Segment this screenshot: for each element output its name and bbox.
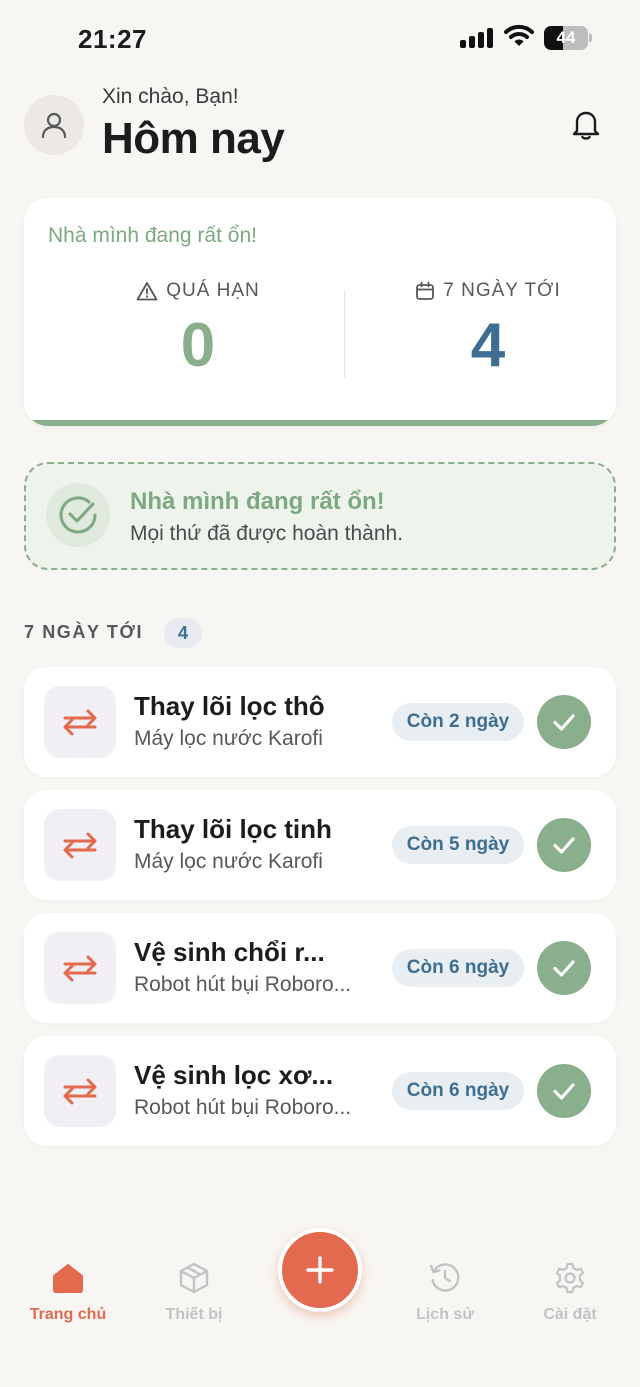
summary-card: Nhà mình đang rất ổn! QUÁ HẠN 0 7 NGÀY T…: [24, 198, 616, 426]
checkmark-icon: [553, 960, 575, 977]
tab-history[interactable]: Lịch sử: [390, 1258, 500, 1324]
tab-history-label: Lịch sử: [416, 1306, 474, 1323]
section-title: 7 NGÀY TỚI: [24, 622, 144, 642]
complete-task-button[interactable]: [537, 818, 591, 872]
all-done-banner: Nhà mình đang rất ổn! Mọi thứ đã được ho…: [24, 462, 616, 570]
plus-icon: [306, 1256, 334, 1284]
checkmark-icon: [553, 1083, 575, 1100]
box-icon: [179, 1262, 209, 1294]
task-due-badge: Còn 6 ngày: [392, 949, 524, 987]
page-title: Hôm nay: [102, 114, 285, 163]
banner-subtitle: Mọi thứ đã được hoàn thành.: [130, 522, 404, 545]
task-icon-wrap: [44, 686, 116, 758]
avatar[interactable]: [24, 95, 84, 155]
overdue-label: QUÁ HẠN: [166, 280, 260, 301]
task-card[interactable]: Vệ sinh chổi r... Robot hút bụi Roboro..…: [24, 913, 616, 1023]
task-icon-wrap: [44, 932, 116, 1004]
tab-home-label: Trang chủ: [29, 1306, 107, 1323]
overdue-count: 0: [180, 311, 216, 380]
status-bar: 21:27 44: [0, 0, 640, 76]
task-card[interactable]: Thay lõi lọc thô Máy lọc nước Karofi Còn…: [24, 667, 616, 777]
task-title: Vệ sinh lọc xơ...: [134, 1060, 334, 1090]
tab-home[interactable]: Trang chủ: [13, 1258, 123, 1324]
next-7-days-label: 7 NGÀY TỚI: [443, 280, 561, 301]
banner-title: Nhà mình đang rất ổn!: [130, 488, 385, 515]
task-due-badge: Còn 2 ngày: [392, 703, 524, 741]
home-icon: [53, 1264, 83, 1293]
warning-icon: [136, 282, 158, 301]
cellular-signal-icon: [460, 28, 494, 48]
notifications-button[interactable]: [566, 104, 606, 144]
battery-level: 44: [556, 28, 576, 47]
complete-task-button[interactable]: [537, 695, 591, 749]
task-icon-wrap: [44, 1055, 116, 1127]
task-title: Vệ sinh chổi r...: [134, 937, 325, 967]
user-icon: [41, 112, 67, 139]
task-icon-wrap: [44, 809, 116, 881]
bell-icon: [572, 111, 600, 140]
banner-icon-wrap: [46, 483, 110, 547]
calendar-icon: [416, 281, 435, 300]
repeat-icon: [63, 709, 97, 736]
repeat-icon: [63, 1078, 97, 1105]
status-time: 21:27: [78, 24, 147, 54]
battery-icon: 44: [544, 26, 592, 50]
task-device: Robot hút bụi Roboro...: [134, 973, 352, 996]
bottom-nav: Trang chủ Thiết bị Lịch sử Cài đặt: [0, 1228, 640, 1387]
overdue-stat[interactable]: QUÁ HẠN 0: [68, 278, 328, 378]
task-device: Máy lọc nước Karofi: [134, 850, 323, 873]
task-card[interactable]: Vệ sinh lọc xơ... Robot hút bụi Roboro..…: [24, 1036, 616, 1146]
repeat-icon: [63, 955, 97, 982]
stat-divider: [344, 290, 345, 378]
tab-devices-label: Thiết bị: [165, 1306, 223, 1323]
tab-settings[interactable]: Cài đặt: [515, 1258, 625, 1324]
next-7-days-count: 4: [470, 311, 506, 380]
task-device: Robot hút bụi Roboro...: [134, 1096, 352, 1119]
gear-icon: [555, 1262, 585, 1294]
complete-task-button[interactable]: [537, 1064, 591, 1118]
task-device: Máy lọc nước Karofi: [134, 727, 323, 750]
task-title: Thay lõi lọc tinh: [134, 814, 332, 844]
wifi-icon: [504, 24, 534, 50]
complete-task-button[interactable]: [537, 941, 591, 995]
task-due-badge: Còn 5 ngày: [392, 826, 524, 864]
task-due-badge: Còn 6 ngày: [392, 1072, 524, 1110]
next-7-days-stat[interactable]: 7 NGÀY TỚI 4: [358, 278, 616, 378]
check-circle-icon: [59, 496, 97, 534]
checkmark-icon: [553, 714, 575, 731]
tab-devices[interactable]: Thiết bị: [139, 1258, 249, 1324]
summary-message: Nhà mình đang rất ổn!: [48, 224, 257, 247]
section-count-badge: 4: [164, 618, 202, 648]
checkmark-icon: [553, 837, 575, 854]
add-button[interactable]: [278, 1228, 362, 1312]
task-card[interactable]: Thay lõi lọc tinh Máy lọc nước Karofi Cò…: [24, 790, 616, 900]
repeat-icon: [63, 832, 97, 859]
tab-settings-label: Cài đặt: [543, 1306, 597, 1323]
greeting: Xin chào, Bạn!: [102, 85, 239, 108]
history-icon: [429, 1263, 460, 1292]
task-title: Thay lõi lọc thô: [134, 691, 325, 721]
summary-accent-bar: [24, 420, 616, 426]
